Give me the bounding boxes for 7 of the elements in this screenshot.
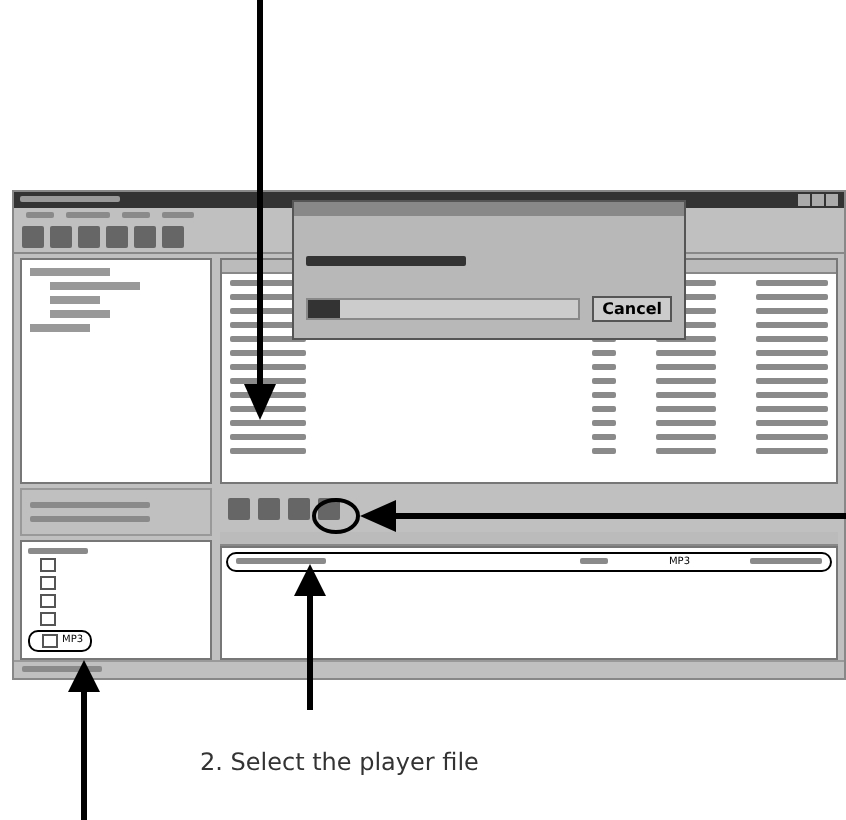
annotation-ellipse	[312, 498, 360, 534]
menu-item[interactable]	[66, 212, 110, 219]
menu-item[interactable]	[122, 212, 150, 219]
cancel-button[interactable]: Cancel	[592, 296, 672, 322]
menu-item[interactable]	[162, 212, 194, 219]
annotation-caption: 2. Select the player file	[200, 748, 479, 776]
menu-item[interactable]	[26, 212, 54, 219]
